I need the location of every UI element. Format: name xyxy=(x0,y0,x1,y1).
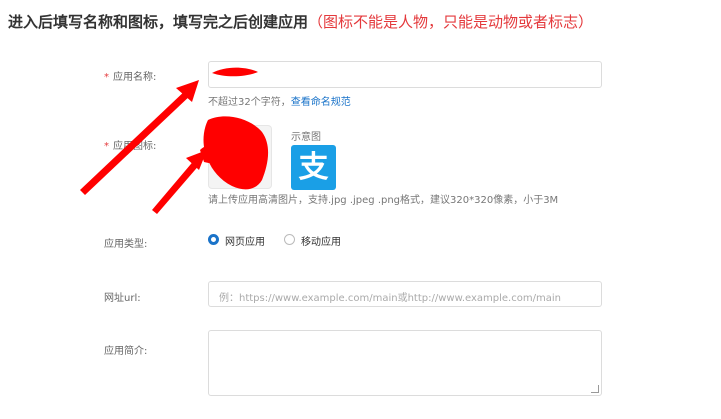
description-textarea[interactable] xyxy=(208,330,602,396)
arrow-head-icon xyxy=(186,150,207,170)
naming-rules-link[interactable]: 查看命名规范 xyxy=(291,97,351,108)
app-name-label: * 应用名称: xyxy=(104,72,157,83)
app-icon-label: * 应用图标: xyxy=(104,141,157,152)
upload-hint: 请上传应用高清图片，支持.jpg .jpeg .png格式，建议320*320像… xyxy=(208,195,559,206)
heading-main: 进入后填写名称和图标，填写完之后创建应用 xyxy=(8,13,309,31)
required-mark: * xyxy=(104,141,109,152)
arrow-to-icon-field xyxy=(152,158,201,214)
radio-unselected-icon[interactable] xyxy=(284,234,295,245)
description-label: 应用简介: xyxy=(104,346,148,357)
url-placeholder: 例：https://www.example.com/main或http://ww… xyxy=(219,293,561,304)
url-input[interactable]: 例：https://www.example.com/main或http://ww… xyxy=(208,281,602,307)
app-type-label: 应用类型: xyxy=(104,239,148,250)
page-heading: 进入后填写名称和图标，填写完之后创建应用（图标不能是人物，只能是动物或者标志） xyxy=(8,11,593,32)
app-name-hint: 不超过32个字符，查看命名规范 xyxy=(208,97,351,108)
heading-note: （图标不能是人物，只能是动物或者标志） xyxy=(308,13,594,31)
arrow-head-name xyxy=(176,80,199,102)
app-name-input[interactable] xyxy=(208,61,602,88)
resize-handle-icon[interactable] xyxy=(591,385,599,393)
radio-selected-icon[interactable] xyxy=(208,234,219,245)
required-mark: * xyxy=(104,72,109,83)
url-label: 网址url: xyxy=(104,293,141,304)
sample-label: 示意图 xyxy=(291,132,321,143)
icon-upload-slot[interactable] xyxy=(208,125,272,189)
alipay-sample-icon: 支 xyxy=(291,145,336,190)
